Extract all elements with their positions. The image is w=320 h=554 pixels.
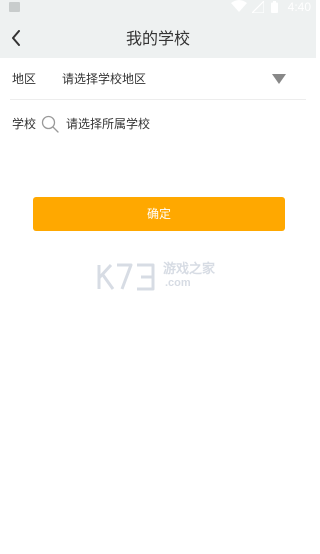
watermark-logo: 游戏之家 .com xyxy=(95,262,221,292)
status-time: 4:40 xyxy=(287,0,311,14)
school-row: 学校 xyxy=(0,100,316,146)
wifi-icon xyxy=(231,0,247,12)
watermark-domain: .com xyxy=(165,277,191,289)
school-search-input[interactable] xyxy=(66,114,296,134)
photo-icon xyxy=(9,2,20,12)
status-bar: 4:40 xyxy=(0,0,316,17)
triangle-down-icon[interactable] xyxy=(272,74,286,84)
search-icon xyxy=(41,115,59,133)
signal-icon xyxy=(252,1,264,13)
title-bar: 我的学校 xyxy=(0,17,316,58)
page-title: 我的学校 xyxy=(125,29,190,48)
confirm-button[interactable]: 确定 xyxy=(33,197,285,231)
region-value[interactable]: 请选择学校地区 xyxy=(62,71,146,87)
school-label: 学校 xyxy=(12,117,37,131)
region-selector[interactable]: 地区 请选择学校地区 xyxy=(0,58,316,100)
region-label: 地区 xyxy=(12,72,37,86)
battery-icon xyxy=(271,1,278,13)
k73-logo-icon xyxy=(97,263,155,291)
